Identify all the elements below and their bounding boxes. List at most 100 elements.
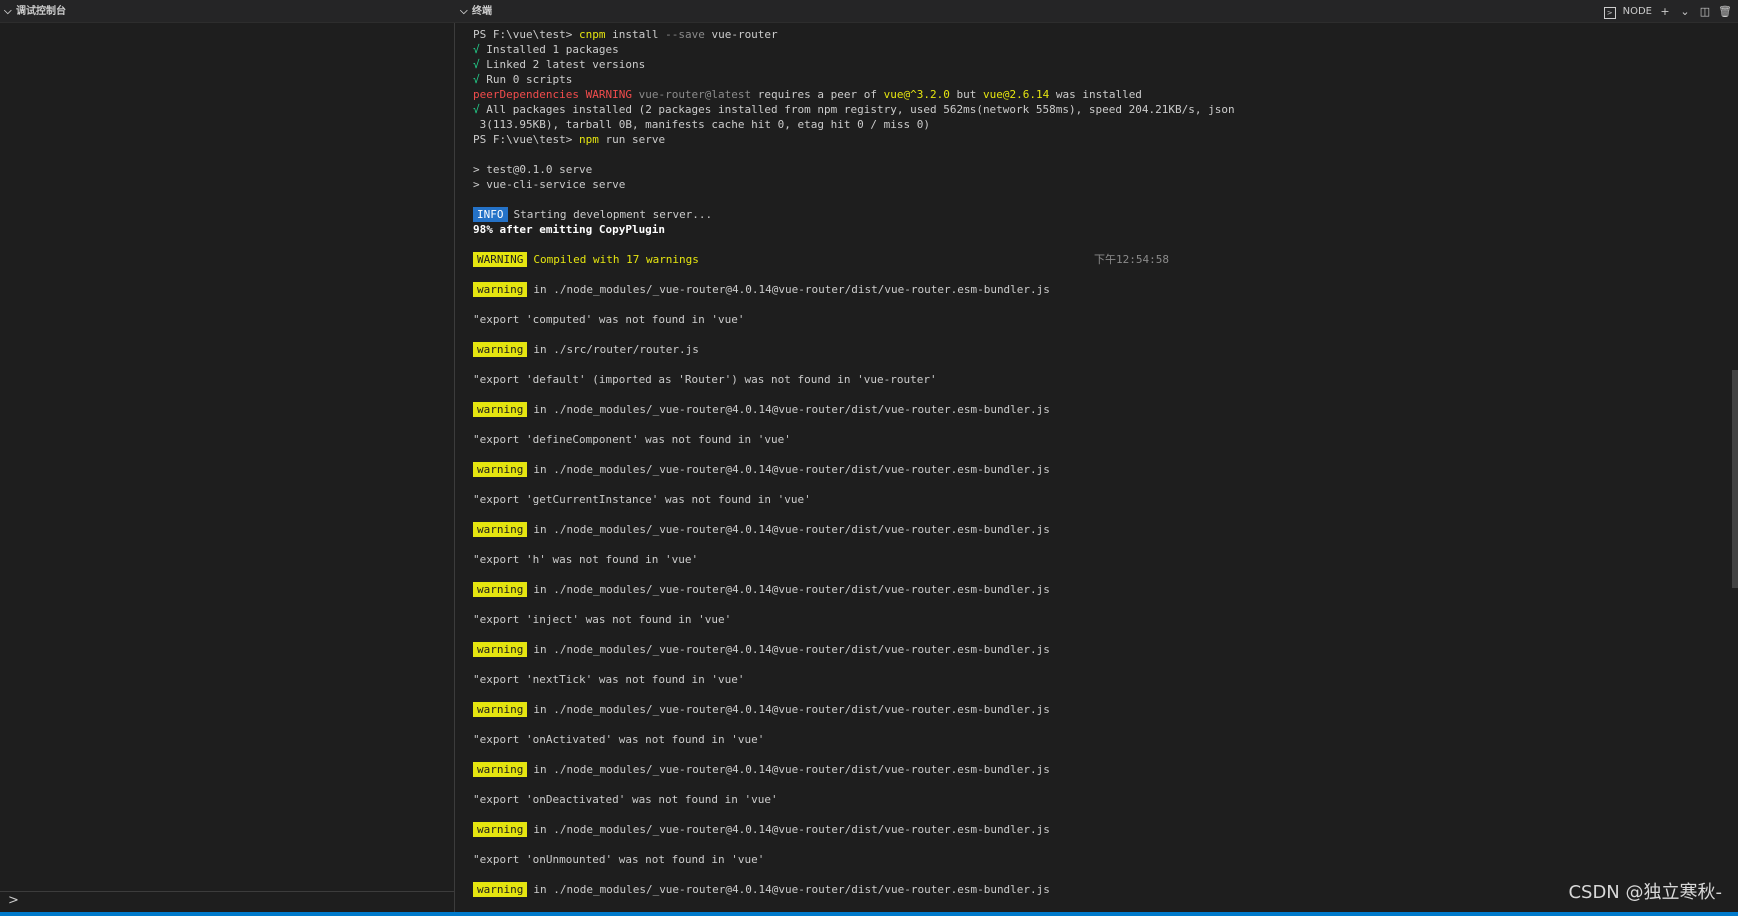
terminal-line: √ Run 0 scripts bbox=[473, 72, 572, 87]
debug-console-header[interactable]: ⌵ 调试控制台 bbox=[4, 0, 66, 23]
terminal-line: "export 'computed' was not found in 'vue… bbox=[473, 312, 745, 327]
debug-console-panel[interactable]: > bbox=[0, 23, 455, 916]
terminal-toolbar: > NODE + ⌄ ◫ 🗑 bbox=[1603, 0, 1732, 23]
terminal-scrollbar[interactable] bbox=[1732, 370, 1738, 588]
terminal-text: > vue-cli-service serve bbox=[473, 178, 626, 191]
new-terminal-plus-icon[interactable]: + bbox=[1658, 5, 1672, 19]
debug-console-prompt: > bbox=[8, 893, 19, 908]
terminal-text: but bbox=[949, 88, 983, 101]
terminal-line: "export 'h' was not found in 'vue' bbox=[473, 552, 698, 567]
terminal-text: "export 'defineComponent' was not found … bbox=[473, 433, 791, 446]
terminal-text: in ./node_modules/_vue-router@4.0.14@vue… bbox=[533, 703, 1050, 716]
terminal-text: √ bbox=[473, 43, 480, 56]
terminal-line: warning in ./node_modules/_vue-router@4.0… bbox=[473, 762, 1050, 777]
terminal-text: in ./node_modules/_vue-router@4.0.14@vue… bbox=[533, 823, 1050, 836]
terminal-line: √ All packages installed (2 packages ins… bbox=[473, 102, 1235, 117]
terminal-text: install bbox=[605, 28, 666, 41]
log-level-badge: warning bbox=[473, 642, 528, 657]
terminal-text: cnpm bbox=[578, 28, 606, 41]
terminal-line: warning in ./node_modules/_vue-router@4.0… bbox=[473, 582, 1050, 597]
terminal-line: "export 'onDeactivated' was not found in… bbox=[473, 792, 778, 807]
terminal-text: "export 'onActivated' was not found in '… bbox=[473, 733, 765, 746]
vscode-panel-area: ⌵ 调试控制台 ⌵ 终端 > NODE + ⌄ ◫ 🗑 > PS F:\vue\te… bbox=[0, 0, 1738, 916]
terminal-line: "export 'getCurrentInstance' was not fou… bbox=[473, 492, 811, 507]
shell-name-label[interactable]: NODE bbox=[1623, 0, 1652, 23]
terminal-text: in ./node_modules/_vue-router@4.0.14@vue… bbox=[533, 583, 1050, 596]
terminal-line: "export 'onActivated' was not found in '… bbox=[473, 732, 764, 747]
terminal-text: vue-router bbox=[704, 28, 778, 41]
terminal-text: was installed bbox=[1049, 88, 1142, 101]
terminal-text: in ./node_modules/_vue-router@4.0.14@vue… bbox=[533, 463, 1050, 476]
terminal-line: "export 'defineComponent' was not found … bbox=[473, 432, 791, 447]
trash-icon[interactable]: 🗑 bbox=[1718, 5, 1732, 19]
terminal-text: vue@^3.2.0 bbox=[883, 88, 950, 101]
split-terminal-icon[interactable]: ◫ bbox=[1698, 5, 1712, 19]
terminal-text: run serve bbox=[598, 133, 666, 146]
terminal-text: --save bbox=[665, 28, 705, 41]
log-level-badge: INFO bbox=[473, 207, 508, 222]
chevron-down-icon[interactable]: ⌄ bbox=[1678, 5, 1692, 19]
terminal-text: npm bbox=[578, 133, 599, 146]
terminal-line: 98% after emitting CopyPlugin bbox=[473, 222, 665, 237]
terminal-text: 98% after emitting CopyPlugin bbox=[473, 223, 666, 236]
terminal-text: in ./node_modules/_vue-router@4.0.14@vue… bbox=[533, 403, 1050, 416]
log-level-badge: warning bbox=[473, 882, 528, 897]
terminal-line: PS F:\vue\test> cnpm install --save vue-… bbox=[473, 27, 778, 42]
terminal-line: warning in ./node_modules/_vue-router@4.0… bbox=[473, 642, 1050, 657]
terminal-text: Run 0 scripts bbox=[479, 73, 573, 86]
watermark-text: CSDN @独立寒秋- bbox=[1568, 882, 1722, 903]
terminal-icon[interactable]: > bbox=[1603, 5, 1617, 19]
terminal-text: "export 'nextTick' was not found in 'vue… bbox=[473, 673, 745, 686]
terminal-line: "export 'nextTick' was not found in 'vue… bbox=[473, 672, 745, 687]
terminal-line: > test@0.1.0 serve bbox=[473, 162, 592, 177]
terminal-line: PS F:\vue\test> npm run serve bbox=[473, 132, 665, 147]
terminal-text: in ./src/router/router.js bbox=[533, 343, 699, 356]
terminal-text: Installed 1 packages bbox=[479, 43, 619, 56]
terminal-text: > test@0.1.0 serve bbox=[473, 163, 593, 176]
terminal-line: INFO Starting development server... bbox=[473, 207, 712, 222]
terminal-line: WARNING Compiled with 17 warnings bbox=[473, 252, 699, 267]
terminal-text: vue@2.6.14 bbox=[982, 88, 1050, 101]
terminal-line: warning in ./node_modules/_vue-router@4.0… bbox=[473, 882, 1050, 897]
terminal-text: "export 'onUnmounted' was not found in '… bbox=[473, 853, 765, 866]
terminal-text: "export 'inject' was not found in 'vue' bbox=[473, 613, 732, 626]
terminal-line: peerDependencies WARNING vue-router@late… bbox=[473, 87, 1142, 102]
terminal-text: Linked 2 latest versions bbox=[479, 58, 646, 71]
terminal-text: Compiled with 17 warnings bbox=[533, 253, 699, 266]
terminal-header[interactable]: ⌵ 终端 bbox=[460, 0, 492, 23]
log-level-badge: warning bbox=[473, 522, 528, 537]
terminal-text: in ./node_modules/_vue-router@4.0.14@vue… bbox=[533, 643, 1050, 656]
terminal-line: warning in ./src/router/router.js bbox=[473, 342, 699, 357]
compile-timestamp: 下午12:54:58 bbox=[1094, 253, 1169, 266]
terminal-text: in ./node_modules/_vue-router@4.0.14@vue… bbox=[533, 523, 1050, 536]
chevron-down-icon[interactable]: ⌵ bbox=[4, 0, 16, 23]
log-level-badge: warning bbox=[473, 582, 528, 597]
log-level-badge: warning bbox=[473, 762, 528, 777]
log-level-badge: warning bbox=[473, 342, 528, 357]
terminal-text: requires a peer of bbox=[751, 88, 884, 101]
chevron-down-icon[interactable]: ⌵ bbox=[460, 0, 472, 23]
terminal-text: peerDependencies WARNING bbox=[473, 88, 639, 101]
debug-console-input-row[interactable]: > bbox=[0, 891, 454, 910]
terminal-text: √ bbox=[473, 58, 480, 71]
terminal-text: 3(113.95KB), tarball 0B, manifests cache… bbox=[473, 118, 930, 131]
terminal-text: All packages installed (2 packages insta… bbox=[479, 103, 1235, 116]
terminal-title: 终端 bbox=[472, 6, 492, 17]
terminal-line: "export 'default' (imported as 'Router')… bbox=[473, 372, 937, 387]
terminal-text: in ./node_modules/_vue-router@4.0.14@vue… bbox=[533, 763, 1050, 776]
terminal-text: √ bbox=[473, 73, 480, 86]
terminal-text: "export 'onDeactivated' was not found in… bbox=[473, 793, 778, 806]
log-level-badge: warning bbox=[473, 282, 528, 297]
terminal-line: "export 'inject' was not found in 'vue' bbox=[473, 612, 731, 627]
terminal-line: warning in ./node_modules/_vue-router@4.0… bbox=[473, 282, 1050, 297]
terminal-text: √ bbox=[473, 103, 480, 116]
terminal-output[interactable]: PS F:\vue\test> cnpm install --save vue-… bbox=[456, 23, 1738, 910]
terminal-text: "export 'h' was not found in 'vue' bbox=[473, 553, 699, 566]
terminal-line: √ Linked 2 latest versions bbox=[473, 57, 645, 72]
terminal-text: in ./node_modules/_vue-router@4.0.14@vue… bbox=[533, 283, 1050, 296]
terminal-text: "export 'getCurrentInstance' was not fou… bbox=[473, 493, 811, 506]
terminal-line: "export 'onUnmounted' was not found in '… bbox=[473, 852, 764, 867]
log-level-badge: warning bbox=[473, 822, 528, 837]
log-level-badge: warning bbox=[473, 402, 528, 417]
terminal-line: 3(113.95KB), tarball 0B, manifests cache… bbox=[473, 117, 930, 132]
